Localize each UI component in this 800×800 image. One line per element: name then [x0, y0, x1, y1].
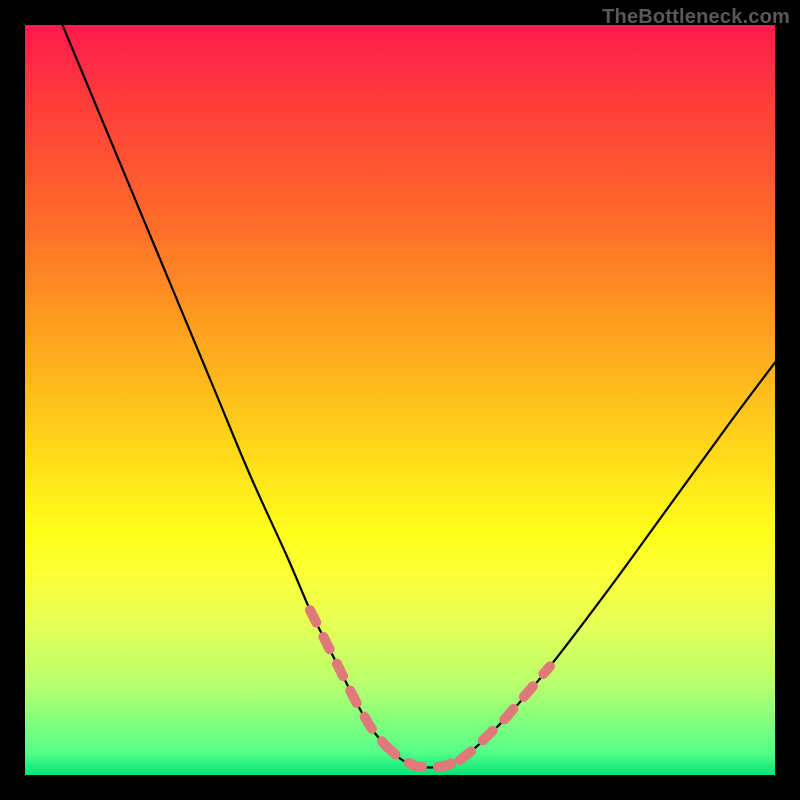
- chart-svg: [25, 25, 775, 775]
- series-markers-right: [460, 666, 550, 760]
- series-curve: [63, 25, 776, 768]
- series-markers-left: [310, 610, 385, 745]
- series-markers-bottom: [385, 745, 460, 768]
